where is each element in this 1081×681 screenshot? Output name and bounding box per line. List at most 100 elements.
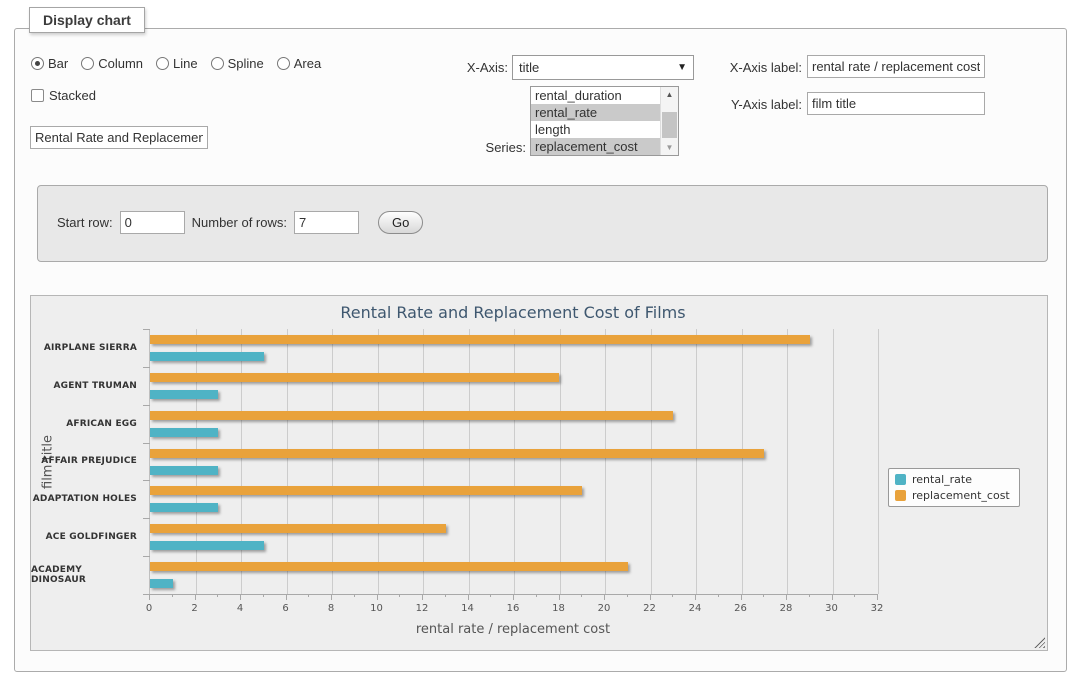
listbox-scrollbar: ▲ ▼ (660, 87, 678, 155)
category-axis-labels: AIRPLANE SIERRAAGENT TRUMANAFRICAN EGGAF… (31, 329, 143, 594)
radio-label: Line (173, 56, 198, 71)
stacked-checkbox[interactable] (31, 89, 44, 102)
x-axis-tick (217, 594, 218, 597)
bar-rental_rate (150, 466, 218, 475)
radio-circle[interactable] (277, 57, 290, 70)
x-axis-tick (308, 594, 309, 597)
radio-option-line[interactable]: Line (156, 56, 198, 71)
row-range-controls: Start row: Number of rows: Go (57, 211, 423, 234)
x-axis-tick (468, 594, 469, 600)
x-tick-label: 24 (689, 603, 702, 614)
x-tick-label: 22 (643, 603, 656, 614)
x-tick-label: 26 (734, 603, 747, 614)
radio-circle[interactable] (156, 57, 169, 70)
x-axis-tick (741, 594, 742, 600)
bar-replacement_cost (150, 449, 764, 458)
radio-circle[interactable] (81, 57, 94, 70)
scroll-down-icon[interactable]: ▼ (661, 140, 678, 155)
category-band (150, 329, 878, 367)
bar-replacement_cost (150, 486, 582, 495)
category-band (150, 480, 878, 518)
x-tick-label: 4 (237, 603, 243, 614)
category-label: ACADEMY DINOSAUR (31, 556, 143, 594)
chart-type-radios: Bar Column Line Spline Area (31, 56, 321, 71)
stacked-label: Stacked (49, 88, 96, 103)
x-axis-tick (331, 594, 332, 600)
scrollbar-track[interactable] (661, 102, 678, 140)
row-range-panel: Start row: Number of rows: Go (37, 185, 1048, 262)
chart-title: Rental Rate and Replacement Cost of Film… (149, 303, 877, 322)
y-axis-label-input[interactable] (807, 92, 985, 115)
radio-option-spline[interactable]: Spline (211, 56, 264, 71)
start-row-label: Start row: (57, 215, 113, 230)
bar-replacement_cost (150, 562, 628, 571)
chart-title-input[interactable] (30, 126, 208, 149)
bar-rental_rate (150, 390, 218, 399)
x-axis-tick (763, 594, 764, 597)
x-axis-tick (422, 594, 423, 600)
go-button[interactable]: Go (378, 211, 423, 234)
series-option-rental_duration[interactable]: rental_duration (531, 87, 660, 104)
category-band (150, 405, 878, 443)
x-axis-ticks: 02468101214161820222426283032 (149, 594, 877, 620)
radio-circle[interactable] (211, 57, 224, 70)
x-tick-label: 16 (507, 603, 520, 614)
x-axis-tick (559, 594, 560, 600)
page: Display chart Bar Column Line Spline Area St… (0, 0, 1081, 681)
category-label: ADAPTATION HOLES (31, 480, 143, 518)
x-axis-tick (695, 594, 696, 600)
y-axis-tick (143, 443, 150, 444)
x-axis-tick (263, 594, 264, 597)
x-axis-select[interactable]: title ▼ (512, 55, 694, 80)
legend-swatch (895, 490, 906, 501)
y-axis-tick (143, 556, 150, 557)
series-option-length[interactable]: length (531, 121, 660, 138)
bar-rental_rate (150, 541, 264, 550)
plot-area (149, 329, 878, 595)
radio-circle[interactable] (31, 57, 44, 70)
category-label: AFFAIR PREJUDICE (31, 443, 143, 481)
chart-container: Rental Rate and Replacement Cost of Film… (30, 295, 1048, 651)
x-tick-label: 14 (461, 603, 474, 614)
radio-option-area[interactable]: Area (277, 56, 321, 71)
scroll-up-icon[interactable]: ▲ (661, 87, 678, 102)
bar-replacement_cost (150, 411, 673, 420)
series-option-replacement_cost[interactable]: replacement_cost (531, 138, 660, 155)
x-axis-label-input[interactable] (807, 55, 985, 78)
x-axis-select-value: title (519, 60, 677, 75)
legend-item-rental_rate[interactable]: rental_rate (895, 473, 1010, 486)
series-listbox: rental_durationrental_ratelengthreplacem… (530, 86, 679, 156)
x-axis-tick (877, 594, 878, 600)
legend-item-replacement_cost[interactable]: replacement_cost (895, 489, 1010, 502)
fieldset-legend-title: Display chart (29, 7, 145, 33)
start-row-input[interactable] (120, 211, 185, 234)
radio-option-bar[interactable]: Bar (31, 56, 68, 71)
bar-rental_rate (150, 503, 218, 512)
series-option-rental_rate[interactable]: rental_rate (531, 104, 660, 121)
x-axis-tick (809, 594, 810, 597)
x-axis-tick (672, 594, 673, 597)
x-axis-tick (445, 594, 446, 597)
x-tick-label: 8 (328, 603, 334, 614)
gridline (878, 329, 879, 594)
category-band (150, 443, 878, 481)
x-tick-label: 28 (780, 603, 793, 614)
legend-label: rental_rate (912, 473, 972, 486)
num-rows-input[interactable] (294, 211, 359, 234)
y-axis-label-caption: Y-Axis label: (722, 97, 802, 112)
x-axis-tick (195, 594, 196, 600)
x-tick-label: 6 (282, 603, 288, 614)
category-band (150, 518, 878, 556)
radio-label: Spline (228, 56, 264, 71)
scrollbar-thumb[interactable] (662, 112, 677, 138)
x-axis-tick (490, 594, 491, 597)
x-tick-label: 32 (871, 603, 884, 614)
radio-option-column[interactable]: Column (81, 56, 143, 71)
x-axis-tick (786, 594, 787, 600)
radio-label: Area (294, 56, 321, 71)
resize-handle-icon[interactable] (1034, 637, 1045, 648)
x-axis-tick (377, 594, 378, 600)
x-axis-tick (627, 594, 628, 597)
x-axis-title: rental rate / replacement cost (149, 622, 877, 637)
x-axis-tick (513, 594, 514, 600)
